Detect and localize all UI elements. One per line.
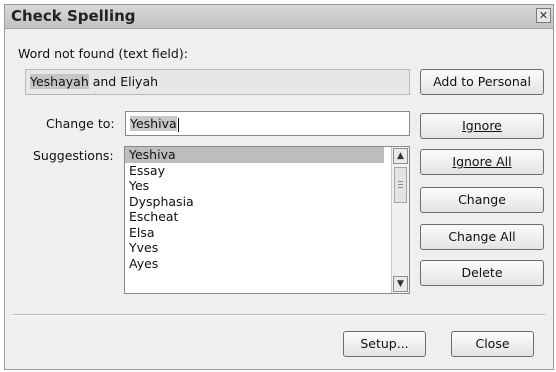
scroll-down-icon[interactable]: ▼ [393, 276, 408, 292]
suggestion-item[interactable]: Yes [125, 178, 384, 194]
word-not-found-label: Word not found (text field): [18, 46, 188, 61]
suggestion-item[interactable]: Escheat [125, 209, 384, 225]
ignore-button[interactable]: Ignore [420, 113, 544, 139]
divider [13, 314, 545, 316]
suggestion-item[interactable]: Ayes [125, 256, 384, 272]
close-icon[interactable]: ✕ [536, 8, 551, 23]
word-not-found-field: Yeshayah and Eliyah [25, 69, 410, 95]
setup-button[interactable]: Setup... [343, 331, 426, 357]
change-to-value: Yeshiva [130, 116, 177, 131]
thumb-grip [398, 187, 403, 188]
suggestion-item[interactable]: Elsa [125, 225, 384, 241]
scroll-thumb[interactable] [394, 167, 407, 203]
thumb-grip [398, 181, 403, 182]
thumb-grip [398, 184, 403, 185]
delete-button[interactable]: Delete [420, 260, 544, 286]
suggestion-item[interactable]: Essay [125, 163, 384, 179]
change-all-button[interactable]: Change All [420, 224, 544, 250]
scroll-up-icon[interactable]: ▲ [393, 148, 408, 164]
add-to-personal-button[interactable]: Add to Personal [420, 69, 544, 95]
text-caret [177, 117, 179, 132]
context-text: and Eliyah [88, 74, 159, 89]
dialog-title: Check Spelling [11, 7, 136, 25]
change-to-input[interactable]: Yeshiva [125, 111, 410, 136]
title-bar[interactable]: Check Spelling ✕ [5, 5, 553, 29]
suggestions-items: Yeshiva Essay Yes Dysphasia Escheat Elsa Yves A… [125, 147, 409, 271]
suggestion-item[interactable]: Yeshiva [125, 147, 384, 163]
list-scrollbar[interactable]: ▲ ▼ [391, 147, 409, 293]
misspelled-word: Yeshayah [30, 74, 89, 89]
change-button[interactable]: Change [420, 187, 544, 213]
ignore-all-button[interactable]: Ignore All [420, 149, 544, 175]
suggestions-label: Suggestions: [33, 148, 114, 163]
close-button[interactable]: Close [451, 331, 534, 357]
change-to-label: Change to: [46, 116, 115, 131]
suggestion-item[interactable]: Yves [125, 240, 384, 256]
check-spelling-dialog: Check Spelling ✕ Word not found (text fi… [4, 4, 554, 370]
suggestion-item[interactable]: Dysphasia [125, 194, 384, 210]
suggestions-list[interactable]: Yeshiva Essay Yes Dysphasia Escheat Elsa Yves A… [124, 146, 410, 294]
